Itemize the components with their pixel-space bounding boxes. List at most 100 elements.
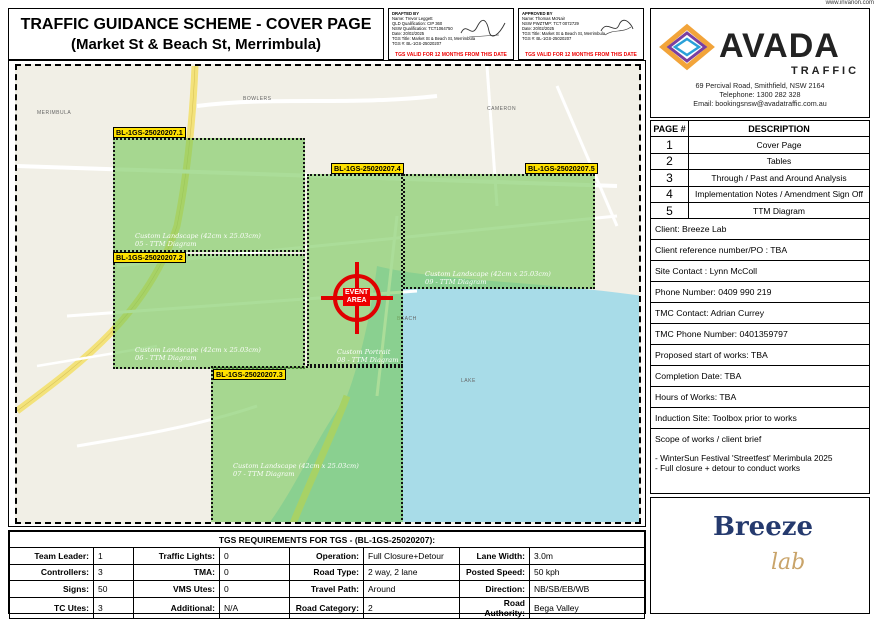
page-index-table: PAGE # DESCRIPTION 1 Cover Page 2 Tables 3… xyxy=(650,119,870,220)
client-logo-sub: lab xyxy=(771,550,806,575)
zone-caption-size: Custom Landscape (42cm x 25.03cm) xyxy=(135,346,261,354)
title-block: TRAFFIC GUIDANCE SCHEME - COVER PAGE (Ma… xyxy=(8,8,384,60)
page-num: 5 xyxy=(650,201,689,220)
page-num: 1 xyxy=(650,136,689,154)
req-value: 0 xyxy=(219,580,290,598)
req-value: Full Closure+Detour xyxy=(363,547,460,565)
table-row: Team Leader: 1 Traffic Lights: 0 Operati… xyxy=(9,547,645,565)
street-label: MERIMBULA xyxy=(37,110,72,116)
signature-icon xyxy=(600,19,634,36)
approved-by-block: APPROVED BY Name: Thomas McNair NSW PWZT… xyxy=(518,8,644,60)
client-name: Client: Breeze Lab xyxy=(651,219,869,240)
req-key: Posted Speed: xyxy=(459,563,530,582)
table-row: Controllers: 3 TMA: 0 Road Type: 2 way, … xyxy=(9,563,645,582)
drafted-validity: TGS VALID FOR 12 MONTHS FROM THIS DATE xyxy=(395,52,507,58)
req-key: TMA: xyxy=(133,563,220,582)
zone-caption: Custom Landscape (42cm x 25.03cm) 06 - T… xyxy=(135,346,261,362)
scope-text: - WinterSun Festival 'Streetfest' Merimb… xyxy=(651,450,869,477)
induction-site: Induction Site: Toolbox prior to works xyxy=(651,408,869,429)
zone-label: BL-1GS-25020207.2 xyxy=(113,252,186,263)
zone-label: BL-1GS-25020207.5 xyxy=(525,163,598,174)
req-key: Team Leader: xyxy=(9,547,94,565)
page-title: TRAFFIC GUIDANCE SCHEME - COVER PAGE xyxy=(20,15,372,33)
company-sub: TRAFFIC xyxy=(791,65,860,77)
scope-line: - Full closure + detour to conduct works xyxy=(655,462,801,473)
zone-caption: Custom Portrait 08 - TTM Diagram xyxy=(337,348,398,364)
req-key: Traffic Lights: xyxy=(133,547,220,565)
req-value: 1 xyxy=(93,547,134,565)
req-key: TC Utes: xyxy=(9,596,94,619)
req-key: Controllers: xyxy=(9,563,94,582)
street-label: BOWLERS xyxy=(243,96,272,102)
page-desc: Tables xyxy=(688,152,870,171)
table-header-row: PAGE # DESCRIPTION xyxy=(650,119,870,138)
req-key: Road Type: xyxy=(289,563,364,582)
page-num-header: PAGE # xyxy=(650,119,689,138)
req-value: NB/SB/EB/WB xyxy=(529,580,645,598)
scope-heading: Scope of works / client brief xyxy=(655,434,762,444)
req-value: 3.0m xyxy=(529,547,645,565)
table-row: Signs: 50 VMS Utes: 0 Travel Path: Aroun… xyxy=(9,580,645,598)
table-header-row: TGS REQUIREMENTS FOR TGS - (BL-1GS-25020… xyxy=(9,530,645,549)
client-logo-word: Breeze xyxy=(713,512,814,542)
req-value: 0 xyxy=(219,547,290,565)
page-num: 3 xyxy=(650,169,689,187)
req-key: Road Category: xyxy=(289,596,364,619)
table-row: 1 Cover Page xyxy=(650,136,870,154)
completion-date: Completion Date: TBA xyxy=(651,366,869,387)
zone-caption: Custom Landscape (42cm x 25.03cm) 07 - T… xyxy=(233,462,359,478)
requirements-heading: TGS REQUIREMENTS FOR TGS - (BL-1GS-25020… xyxy=(9,530,645,549)
page-num: 2 xyxy=(650,152,689,171)
req-key: Signs: xyxy=(9,580,94,598)
zone-caption-size: Custom Landscape (42cm x 25.03cm) xyxy=(425,270,551,278)
page-desc: Implementation Notes / Amendment Sign Of… xyxy=(688,185,870,203)
req-key: Lane Width: xyxy=(459,547,530,565)
client-reference: Client reference number/PO : TBA xyxy=(651,240,869,261)
req-value: N/A xyxy=(219,596,290,619)
zone-caption-title: 08 - TTM Diagram xyxy=(337,356,399,364)
company-contact: 69 Percival Road, Smithfield, NSW 2164 T… xyxy=(651,81,869,108)
table-row: 2 Tables xyxy=(650,152,870,171)
page-desc: Cover Page xyxy=(688,136,870,154)
event-area-label: EVENT AREA xyxy=(343,288,371,306)
req-key: Direction: xyxy=(459,580,530,598)
req-key: Travel Path: xyxy=(289,580,364,598)
description-header: DESCRIPTION xyxy=(688,119,870,138)
zone-caption: Custom Landscape (42cm x 25.03cm) 09 - T… xyxy=(425,270,551,286)
client-info-block: Client: Breeze Lab Client reference numb… xyxy=(650,218,870,494)
phone-number: Phone Number: 0409 990 219 xyxy=(651,282,869,303)
tmc-phone: TMC Phone Number: 0401359797 xyxy=(651,324,869,345)
page-desc: TTM Diagram xyxy=(688,201,870,220)
req-key: Operation: xyxy=(289,547,364,565)
zone-label: BL-1GS-25020207.1 xyxy=(113,127,186,138)
signature-icon xyxy=(460,19,506,38)
client-logo-block: Breeze lab xyxy=(650,497,870,614)
page-num: 4 xyxy=(650,185,689,203)
company-name: AVADA xyxy=(719,27,840,65)
req-value: 50 xyxy=(93,580,134,598)
req-key: Road Authority: xyxy=(459,596,530,619)
tmc-contact: TMC Contact: Adrian Currey xyxy=(651,303,869,324)
zone-caption-size: Custom Landscape (42cm x 25.03cm) xyxy=(233,462,359,470)
req-value: Bega Valley xyxy=(529,596,645,619)
zone-caption: Custom Landscape (42cm x 25.03cm) 05 - T… xyxy=(135,232,261,248)
req-value: 50 kph xyxy=(529,563,645,582)
req-key: VMS Utes: xyxy=(133,580,220,598)
req-value: Around xyxy=(363,580,460,598)
avada-logo-icon xyxy=(659,23,715,71)
zone-caption-size: Custom Landscape (42cm x 25.03cm) xyxy=(135,232,261,240)
site-map: BOWLERS MERIMBULA LAKE CAMERON BEACH BL-… xyxy=(15,64,641,524)
req-value: 2 xyxy=(363,596,460,619)
requirements-block: TGS REQUIREMENTS FOR TGS - (BL-1GS-25020… xyxy=(8,530,646,619)
req-value: 3 xyxy=(93,596,134,619)
table-row: TC Utes: 3 Additional: N/A Road Category… xyxy=(9,596,645,619)
requirements-table: TGS REQUIREMENTS FOR TGS - (BL-1GS-25020… xyxy=(9,530,645,619)
zone-caption-title: 06 - TTM Diagram xyxy=(135,354,197,362)
table-row: 4 Implementation Notes / Amendment Sign O… xyxy=(650,185,870,203)
req-value: 2 way, 2 lane xyxy=(363,563,460,582)
tgs-zone-3[interactable] xyxy=(211,366,403,522)
drafted-line: TGS #: BL-1GS-25020207 xyxy=(392,41,442,46)
company-block: AVADA TRAFFIC 69 Percival Road, Smithfie… xyxy=(650,8,870,118)
zone-label: BL-1GS-25020207.3 xyxy=(213,369,286,380)
table-row: 3 Through / Past and Around Analysis xyxy=(650,169,870,187)
